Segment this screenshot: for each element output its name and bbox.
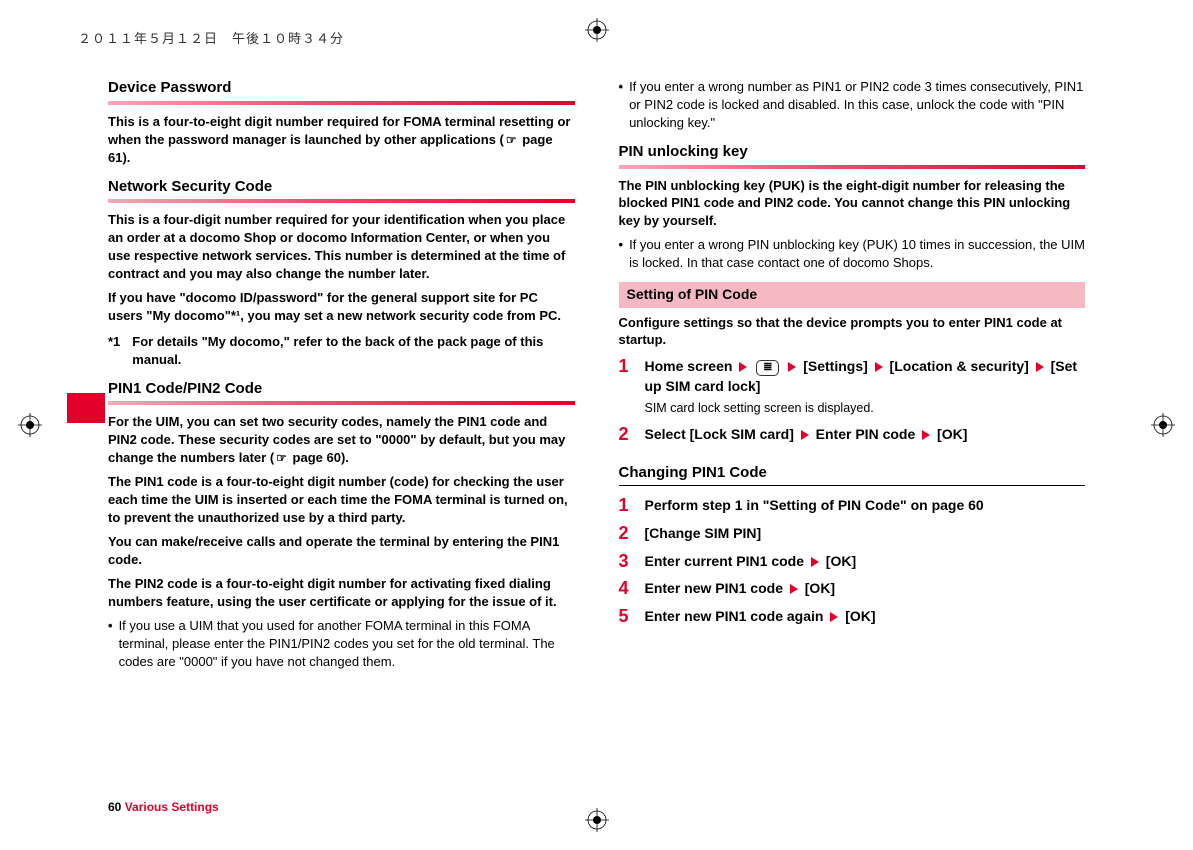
- body-text: The PIN1 code is a four-to-eight digit n…: [108, 473, 575, 527]
- timestamp: ２０１１年５月１２日 午後１０時３４分: [78, 28, 344, 47]
- arrow-icon: [801, 430, 809, 440]
- section-name: Various Settings: [125, 800, 219, 814]
- arrow-icon: [788, 362, 796, 372]
- step-subtext: SIM card lock setting screen is displaye…: [645, 400, 1086, 418]
- step-number: 5: [619, 607, 633, 625]
- step-text: Select [Lock SIM card] Enter PIN code [O…: [645, 425, 1086, 445]
- footnote-text: For details "My docomo," refer to the ba…: [132, 333, 574, 369]
- text: [OK]: [822, 553, 856, 569]
- divider: [108, 101, 575, 105]
- pointer-icon: ☞: [506, 133, 517, 147]
- text: page 60).: [289, 450, 349, 465]
- column-left: Device Password This is a four-to-eight …: [108, 78, 575, 816]
- step-number: 1: [619, 357, 633, 375]
- text: Enter new PIN1 code again: [645, 608, 828, 624]
- registration-mark-icon: [1151, 413, 1175, 437]
- text: Enter current PIN1 code: [645, 553, 808, 569]
- arrow-icon: [739, 362, 747, 372]
- body-text: For the UIM, you can set two security co…: [108, 413, 575, 467]
- divider: [619, 165, 1086, 169]
- bullet-text: If you use a UIM that you used for anoth…: [119, 617, 575, 671]
- divider: [108, 199, 575, 203]
- step-number: 2: [619, 425, 633, 443]
- registration-mark-icon: [18, 413, 42, 437]
- heading-pin-unlocking: PIN unlocking key: [619, 142, 1086, 163]
- text: Enter new PIN1 code: [645, 580, 787, 596]
- bullet-item: • If you enter a wrong PIN unblocking ke…: [619, 236, 1086, 272]
- bullet-icon: •: [108, 617, 113, 671]
- arrow-icon: [922, 430, 930, 440]
- step-5: 5 Enter new PIN1 code again [OK]: [619, 607, 1086, 627]
- step-text: Home screen ≣ [Settings] [Location & sec…: [645, 357, 1086, 417]
- step-text: Enter new PIN1 code again [OK]: [645, 607, 1086, 627]
- step-text: Enter new PIN1 code [OK]: [645, 579, 1086, 599]
- step-2: 2 Select [Lock SIM card] Enter PIN code …: [619, 425, 1086, 445]
- sub-heading-box: Setting of PIN Code: [619, 282, 1086, 307]
- bullet-text: If you enter a wrong number as PIN1 or P…: [629, 78, 1085, 132]
- arrow-icon: [1036, 362, 1044, 372]
- heading-changing-pin: Changing PIN1 Code: [619, 463, 1086, 484]
- page-number: 60: [108, 800, 121, 814]
- arrow-icon: [811, 557, 819, 567]
- step-1: 1 Home screen ≣ [Settings] [Location & s…: [619, 357, 1086, 417]
- text: [OK]: [801, 580, 835, 596]
- text: [Settings]: [799, 358, 871, 374]
- text: This is a four-to-eight digit number req…: [108, 114, 570, 147]
- column-right: • If you enter a wrong number as PIN1 or…: [619, 78, 1086, 816]
- footnote: *1 For details "My docomo," refer to the…: [108, 333, 575, 369]
- text: Enter PIN code: [812, 426, 919, 442]
- step-number: 1: [619, 496, 633, 514]
- footnote-marker: *1: [108, 333, 120, 369]
- text: [Location & security]: [886, 358, 1033, 374]
- body-text: This is a four-to-eight digit number req…: [108, 113, 575, 167]
- bullet-item: • If you enter a wrong number as PIN1 or…: [619, 78, 1086, 132]
- page-footer: 60 Various Settings: [108, 799, 219, 816]
- step-4: 4 Enter new PIN1 code [OK]: [619, 579, 1086, 599]
- step-number: 3: [619, 552, 633, 570]
- body-text: Configure settings so that the device pr…: [619, 314, 1086, 350]
- pointer-icon: ☞: [276, 451, 287, 465]
- text: Select [Lock SIM card]: [645, 426, 798, 442]
- body-text: This is a four-digit number required for…: [108, 211, 575, 283]
- step-1: 1 Perform step 1 in "Setting of PIN Code…: [619, 496, 1086, 516]
- heading-pin-codes: PIN1 Code/PIN2 Code: [108, 379, 575, 400]
- step-text: Perform step 1 in "Setting of PIN Code" …: [645, 496, 1086, 516]
- body-text: The PIN2 code is a four-to-eight digit n…: [108, 575, 575, 611]
- step-number: 2: [619, 524, 633, 542]
- arrow-icon: [875, 362, 883, 372]
- step-number: 4: [619, 579, 633, 597]
- bullet-icon: •: [619, 78, 624, 132]
- page-content: Device Password This is a four-to-eight …: [108, 78, 1085, 816]
- step-text: [Change SIM PIN]: [645, 524, 1086, 544]
- body-text: The PIN unblocking key (PUK) is the eigh…: [619, 177, 1086, 231]
- bullet-item: • If you use a UIM that you used for ano…: [108, 617, 575, 671]
- bullet-icon: •: [619, 236, 624, 272]
- menu-key-icon: ≣: [756, 360, 779, 376]
- heading-device-password: Device Password: [108, 78, 575, 99]
- text: [OK]: [841, 608, 875, 624]
- text: Home screen: [645, 358, 737, 374]
- body-text: If you have "docomo ID/password" for the…: [108, 289, 575, 325]
- text: [OK]: [933, 426, 967, 442]
- section-tab: [67, 393, 105, 423]
- arrow-icon: [830, 612, 838, 622]
- heading-network-security: Network Security Code: [108, 177, 575, 198]
- body-text: You can make/receive calls and operate t…: [108, 533, 575, 569]
- divider: [108, 401, 575, 405]
- step-text: Enter current PIN1 code [OK]: [645, 552, 1086, 572]
- divider: [619, 485, 1086, 486]
- step-2: 2 [Change SIM PIN]: [619, 524, 1086, 544]
- registration-mark-icon: [585, 18, 609, 42]
- arrow-icon: [790, 584, 798, 594]
- step-3: 3 Enter current PIN1 code [OK]: [619, 552, 1086, 572]
- bullet-text: If you enter a wrong PIN unblocking key …: [629, 236, 1085, 272]
